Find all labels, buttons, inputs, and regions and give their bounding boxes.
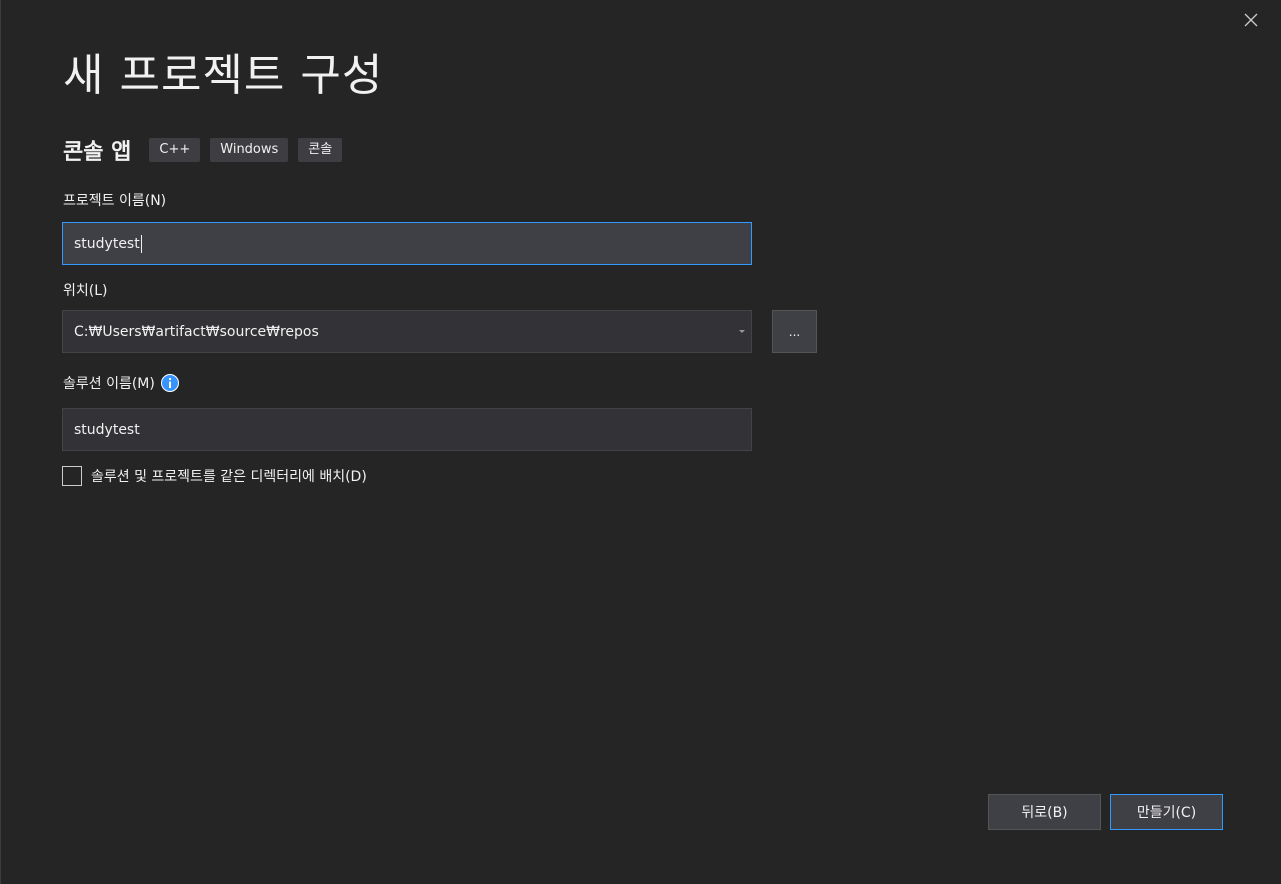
tag-platform: Windows — [210, 138, 289, 162]
create-button[interactable]: 만들기(C) — [1110, 794, 1223, 830]
tag-project-type: 콘솔 — [298, 138, 343, 162]
info-icon[interactable] — [160, 374, 179, 392]
same-directory-label: 솔루션 및 프로젝트를 같은 디렉터리에 배치(D) — [91, 469, 367, 485]
template-name: 콘솔 앱 — [63, 140, 132, 165]
same-directory-checkbox[interactable] — [62, 466, 82, 486]
solution-name-label-row: 솔루션 이름(M) — [63, 373, 179, 393]
browse-location-button[interactable]: ... — [772, 310, 817, 353]
template-header: 콘솔 앱 C++ Windows 콘솔 — [63, 134, 352, 166]
project-name-input[interactable]: studytest — [62, 222, 752, 265]
info-glyph — [168, 378, 171, 388]
tag-language: C++ — [149, 138, 201, 162]
project-name-label: 프로젝트 이름(N) — [63, 193, 167, 209]
page-title: 새 프로젝트 구성 — [63, 50, 384, 101]
solution-name-input[interactable]: studytest — [62, 408, 752, 451]
same-directory-option[interactable]: 솔루션 및 프로젝트를 같은 디렉터리에 배치(D) — [62, 465, 367, 487]
configure-project-dialog: 새 프로젝트 구성 콘솔 앱 C++ Windows 콘솔 프로젝트 이름(N)… — [0, 0, 1281, 884]
chevron-down-icon[interactable] — [739, 330, 745, 333]
close-button[interactable] — [1239, 8, 1263, 32]
project-name-value: studytest — [74, 235, 140, 252]
text-caret — [140, 234, 142, 253]
solution-name-label: 솔루션 이름(M) — [63, 376, 155, 392]
location-value: C:₩Users₩artifact₩source₩repos — [74, 323, 319, 340]
location-combobox[interactable]: C:₩Users₩artifact₩source₩repos — [62, 310, 752, 353]
back-button[interactable]: 뒤로(B) — [988, 794, 1101, 830]
location-label: 위치(L) — [63, 283, 108, 299]
solution-name-value: studytest — [74, 421, 140, 438]
close-icon — [1244, 13, 1258, 27]
